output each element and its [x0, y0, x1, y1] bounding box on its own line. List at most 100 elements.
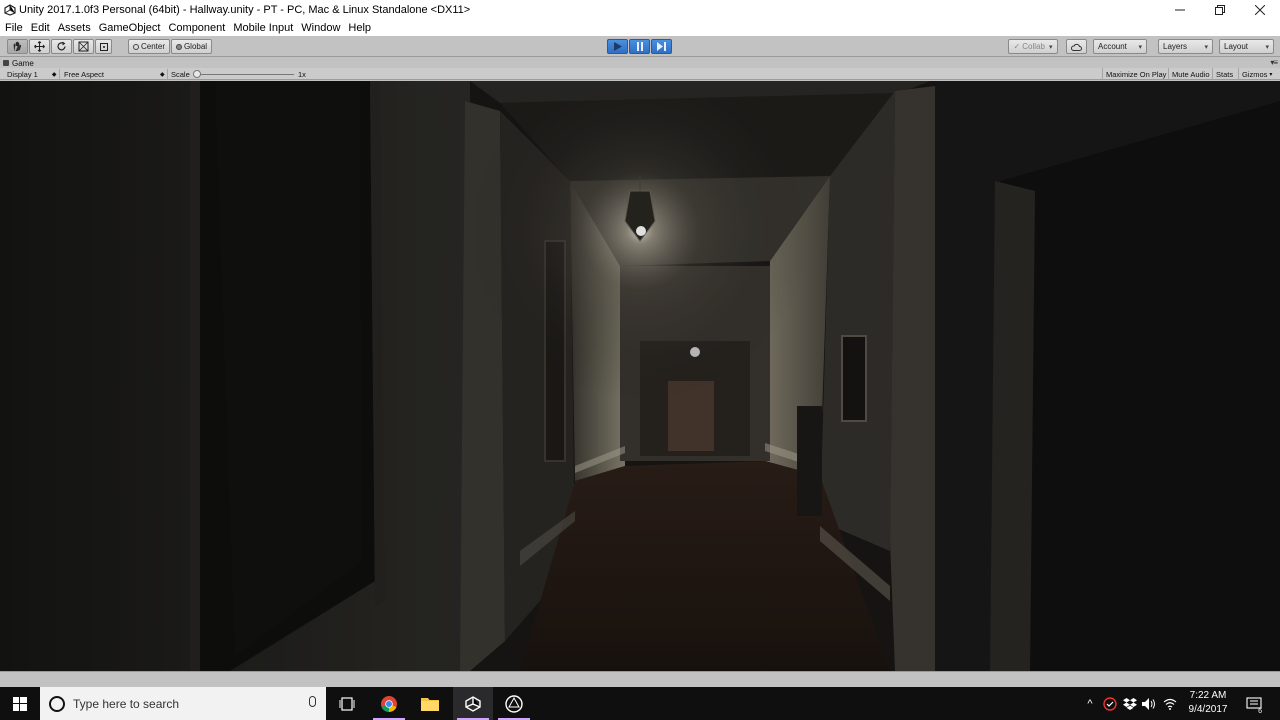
- restore-icon: [1215, 4, 1225, 15]
- space-label: Global: [183, 42, 208, 51]
- game-panel-tabbar: Game ▾≡: [0, 58, 1280, 68]
- taskbar-search-box[interactable]: Type here to search: [40, 687, 326, 720]
- game-viewport[interactable]: [0, 81, 1280, 671]
- close-button[interactable]: [1240, 0, 1280, 19]
- restore-button[interactable]: [1200, 0, 1240, 19]
- menu-assets[interactable]: Assets: [54, 22, 95, 34]
- security-icon: [1103, 696, 1117, 711]
- display-dropdown[interactable]: Display 1 ◆: [7, 68, 56, 80]
- hand-tool-button[interactable]: [7, 39, 28, 54]
- dropbox-icon: [1123, 697, 1137, 710]
- maximize-on-play-toggle[interactable]: Maximize On Play: [1102, 68, 1169, 80]
- scale-value: 1x: [298, 69, 306, 79]
- menu-gameobject[interactable]: GameObject: [95, 22, 165, 34]
- play-icon: [613, 42, 622, 51]
- account-dropdown[interactable]: Account ▾: [1093, 39, 1147, 54]
- rotate-tool-button[interactable]: [51, 39, 72, 54]
- chrome-icon: [381, 695, 397, 712]
- rect-tool-button[interactable]: [95, 39, 112, 54]
- space-global-button[interactable]: Global: [171, 39, 212, 54]
- unity-hub-taskbar-button[interactable]: [494, 687, 534, 720]
- unity-icon: [4, 3, 16, 16]
- check-icon: ✓: [1013, 42, 1021, 51]
- file-explorer-button[interactable]: [410, 687, 450, 720]
- chevron-updown-icon: ◆: [51, 71, 57, 78]
- cortana-icon: [49, 695, 65, 712]
- tab-game[interactable]: Game: [3, 58, 34, 68]
- aspect-label: Free Aspect: [64, 69, 105, 79]
- menu-mobile-input[interactable]: Mobile Input: [229, 22, 297, 34]
- menu-file[interactable]: File: [1, 22, 27, 34]
- stats-label: Stats: [1216, 69, 1234, 79]
- minimize-button[interactable]: [1160, 0, 1200, 19]
- menu-help[interactable]: Help: [344, 22, 375, 34]
- menu-edit[interactable]: Edit: [27, 22, 54, 34]
- chrome-taskbar-button[interactable]: [369, 687, 409, 720]
- gizmos-label: Gizmos: [1242, 69, 1268, 79]
- chevron-down-icon: ▾: [1138, 43, 1142, 51]
- unity-logo-icon: [505, 694, 523, 713]
- collab-label: Collab: [1022, 42, 1045, 51]
- folder-icon: [421, 698, 439, 711]
- menu-window[interactable]: Window: [297, 22, 344, 34]
- volume-button[interactable]: [1140, 687, 1158, 720]
- search-placeholder: Type here to search: [73, 696, 180, 711]
- windows-taskbar: Type here to search ^ 7:22 AM 9/4/2017 6: [0, 687, 1280, 720]
- chevron-down-icon: ▾: [1204, 43, 1208, 51]
- step-button[interactable]: [651, 39, 672, 54]
- cloud-icon: [1071, 43, 1082, 51]
- start-button[interactable]: [0, 687, 40, 720]
- play-button[interactable]: [607, 39, 628, 54]
- step-icon: [657, 42, 666, 51]
- chevron-down-icon: ▾: [1048, 43, 1053, 51]
- wifi-icon: [1163, 698, 1177, 710]
- scale-slider-track[interactable]: [198, 74, 294, 75]
- scale-tool-button[interactable]: [73, 39, 94, 54]
- pause-icon: [636, 42, 643, 51]
- aspect-dropdown[interactable]: Free Aspect ◆: [64, 68, 165, 80]
- scale-slider-thumb[interactable]: [193, 70, 201, 78]
- chevron-down-icon: ▾: [1265, 43, 1269, 51]
- notification-count-badge: 6: [1258, 708, 1262, 715]
- microphone-icon[interactable]: [309, 696, 316, 707]
- pause-button[interactable]: [629, 39, 650, 54]
- layout-dropdown[interactable]: Layout ▾: [1219, 39, 1274, 54]
- speaker-icon: [1142, 697, 1155, 710]
- display-label: Display 1: [7, 69, 38, 79]
- show-hidden-icons-button[interactable]: ^: [1082, 687, 1098, 720]
- chevron-updown-icon: ◆: [160, 71, 165, 78]
- layers-label: Layers: [1163, 42, 1188, 51]
- rect-tool-icon: [99, 42, 108, 51]
- gizmos-dropdown[interactable]: Gizmos ▾: [1238, 68, 1275, 80]
- pivot-icon: [132, 43, 139, 50]
- scale-icon: [78, 41, 89, 52]
- game-controller-icon: [3, 60, 9, 66]
- windows-logo-icon: [13, 696, 27, 711]
- minimize-icon: [1175, 9, 1185, 10]
- hand-icon: [13, 41, 22, 52]
- network-button[interactable]: [1160, 687, 1180, 720]
- panel-menu-icon[interactable]: ▾≡: [1270, 58, 1278, 67]
- chevron-down-icon: ▾: [1269, 71, 1273, 78]
- globe-icon: [175, 43, 182, 50]
- close-icon: [1255, 4, 1265, 15]
- account-label: Account: [1098, 42, 1127, 51]
- game-toolbar: Display 1 ◆ Free Aspect ◆ Scale 1x Maxim…: [0, 68, 1280, 80]
- taskbar-clock[interactable]: 7:22 AM 9/4/2017: [1180, 689, 1236, 719]
- cloud-button[interactable]: [1066, 39, 1087, 54]
- menu-component[interactable]: Component: [164, 22, 229, 34]
- mute-audio-toggle[interactable]: Mute Audio: [1168, 68, 1213, 80]
- tray-security-button[interactable]: [1101, 687, 1119, 720]
- unity-taskbar-button[interactable]: [453, 687, 493, 720]
- task-view-button[interactable]: [327, 687, 367, 720]
- move-tool-button[interactable]: [29, 39, 50, 54]
- pivot-center-button[interactable]: Center: [128, 39, 170, 54]
- mute-label: Mute Audio: [1172, 69, 1210, 79]
- collab-button[interactable]: ✓ Collab ▾: [1008, 39, 1058, 54]
- tray-dropbox-button[interactable]: [1121, 687, 1139, 720]
- action-center-button[interactable]: 6: [1240, 687, 1268, 720]
- hallway-scene: [0, 81, 1280, 671]
- window-title: Unity 2017.1.0f3 Personal (64bit) - Hall…: [19, 3, 471, 16]
- stats-toggle[interactable]: Stats: [1212, 68, 1236, 80]
- layers-dropdown[interactable]: Layers ▾: [1158, 39, 1213, 54]
